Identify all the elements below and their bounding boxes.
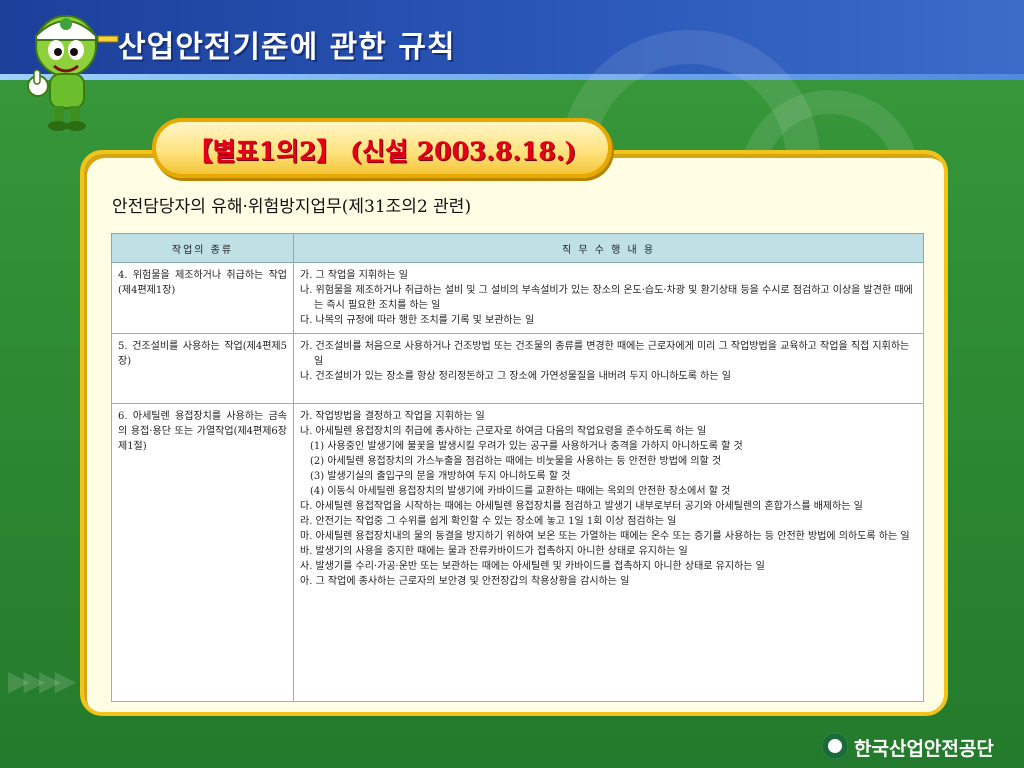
duty-item: 나. 아세틸렌 용접장치의 취급에 종사하는 근로자로 하여금 다음의 작업요령… — [300, 426, 707, 437]
duty-item: 나. 위험물을 제조하거나 취급하는 설비 및 그 설비의 부속설비가 있는 장… — [300, 285, 913, 311]
table-header-row: 작업의 종류 직 무 수 행 내 용 — [111, 233, 924, 263]
duty-list: 가. 건조설비를 처음으로 사용하거나 건조방법 또는 건조물의 종류를 변경한… — [300, 339, 917, 384]
duty-item: 라. 안전기는 작업중 그 수위를 쉽게 확인할 수 있는 장소에 놓고 1일 … — [300, 516, 677, 527]
duty-item: 다. 나목의 규정에 따라 행한 조치를 기록 및 보관하는 일 — [300, 315, 535, 326]
duty-item: 사. 발생기를 수리·가공·운반 또는 보관하는 때에는 아세틸렌 및 카바이드… — [300, 561, 765, 572]
footer-logo: 한국산업안전공단 — [822, 730, 1018, 762]
page-title: 산업안전기준에 관한 규칙 — [118, 30, 456, 65]
duty-item: 가. 건조설비를 처음으로 사용하거나 건조방법 또는 건조물의 종류를 변경한… — [300, 341, 910, 367]
work-type-cell: 5. 건조설비를 사용하는 작업(제4편제5장) — [111, 333, 294, 404]
duty-item: (4) 이동식 아세틸렌 용접장치의 발생기에 카바이드를 교환하는 때에는 옥… — [310, 486, 731, 497]
duty-item: (2) 아세틸렌 용접장치의 가스누출을 점검하는 때에는 비눗물을 사용하는 … — [310, 456, 722, 467]
column-header: 직 무 수 행 내 용 — [293, 233, 924, 263]
work-type-cell: 4. 위험물을 제조하거나 취급하는 작업(제4편제1장) — [111, 262, 294, 334]
duty-list: 가. 작업방법을 결정하고 작업을 지휘하는 일나. 아세틸렌 용접장치의 취급… — [300, 409, 917, 589]
duty-item: 다. 아세틸렌 용접작업을 시작하는 때에는 아세틸렌 용접장치를 점검하고 발… — [300, 501, 863, 512]
duty-list: 가. 그 작업을 지휘하는 일나. 위험물을 제조하거나 취급하는 설비 및 그… — [300, 268, 917, 328]
work-type-cell: 6. 아세틸렌 용접장치를 사용하는 금속의 용접·용단 또는 가열작업(제4편… — [111, 403, 294, 702]
duty-item: (1) 사용중인 발생기에 불꽃을 발생시킬 우려가 있는 공구를 사용하거나 … — [310, 441, 743, 452]
duty-item: 가. 그 작업을 지휘하는 일 — [300, 270, 408, 281]
badge-text: 【별표1의2】 (신설 2003.8.18.) — [187, 137, 577, 166]
regulation-table: 작업의 종류 직 무 수 행 내 용 4. 위험물을 제조하거나 취급하는 작업… — [111, 233, 924, 702]
table-badge: 【별표1의2】 (신설 2003.8.18.) — [152, 118, 612, 178]
table-row: 6. 아세틸렌 용접장치를 사용하는 금속의 용접·용단 또는 가열작업(제4편… — [111, 403, 924, 702]
duty-cell: 가. 작업방법을 결정하고 작업을 지휘하는 일나. 아세틸렌 용접장치의 취급… — [293, 403, 924, 702]
duty-item: 나. 건조설비가 있는 장소를 항상 정리정돈하고 그 장소에 가연성물질을 내… — [300, 371, 731, 382]
organization-name: 한국산업안전공단 — [854, 738, 994, 760]
section-subtitle: 안전담당자의 유해·위험방지업무(제31조의2 관련) — [112, 197, 472, 217]
duty-item: 마. 아세틸렌 용접장치내의 물의 동결을 방지하기 위하여 보온 또는 가열하… — [300, 531, 910, 542]
column-header: 작업의 종류 — [111, 233, 294, 263]
table-row: 5. 건조설비를 사용하는 작업(제4편제5장) 가. 건조설비를 처음으로 사… — [111, 333, 924, 404]
duty-cell: 가. 건조설비를 처음으로 사용하거나 건조방법 또는 건조물의 종류를 변경한… — [293, 333, 924, 404]
duty-item: 아. 그 작업에 종사하는 근로자의 보안경 및 안전장갑의 착용상황을 감시하… — [300, 576, 630, 587]
duty-item: (3) 발생기실의 출입구의 문을 개방하여 두지 아니하도록 할 것 — [310, 471, 571, 482]
duty-item: 바. 발생기의 사용을 중지한 때에는 물과 잔류카바이드가 접촉하지 아니한 … — [300, 546, 688, 557]
decorative-arrows: ▶▶▶▶ — [8, 664, 76, 697]
table-row: 4. 위험물을 제조하거나 취급하는 작업(제4편제1장) 가. 그 작업을 지… — [111, 262, 924, 334]
kosha-logo-icon — [822, 733, 848, 759]
header-stripe — [0, 74, 1024, 80]
duty-cell: 가. 그 작업을 지휘하는 일나. 위험물을 제조하거나 취급하는 설비 및 그… — [293, 262, 924, 334]
mascot-icon — [27, 15, 119, 131]
duty-item: 가. 작업방법을 결정하고 작업을 지휘하는 일 — [300, 411, 485, 422]
